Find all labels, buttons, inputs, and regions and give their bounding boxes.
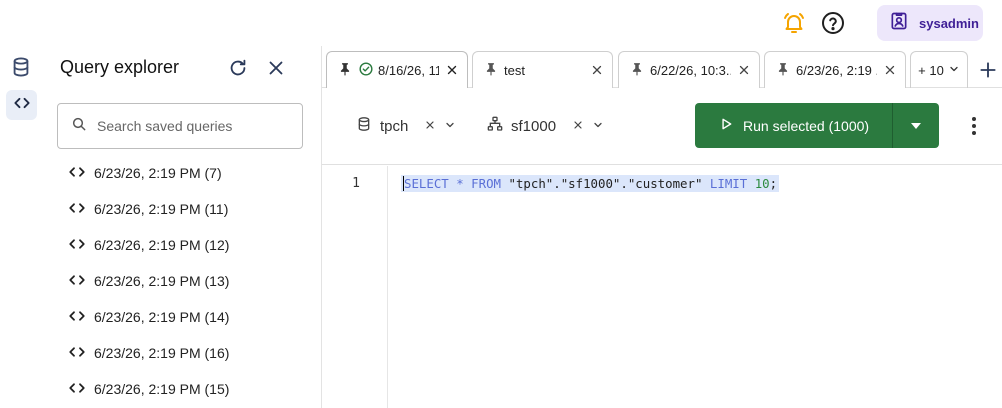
chevron-down-icon: [948, 63, 960, 78]
catalog-value: tpch: [380, 117, 409, 135]
chevron-down-icon[interactable]: [444, 118, 456, 135]
panel-title: Query explorer: [60, 57, 180, 77]
table-identifier: "tpch"."sf1000"."customer": [508, 176, 703, 191]
keyword-limit: LIMIT: [709, 176, 748, 191]
search-input[interactable]: [97, 118, 287, 134]
tab-query-1[interactable]: 8/16/26, 11...: [326, 51, 468, 88]
success-check-icon: [359, 61, 373, 79]
run-label: Run selected (1000): [743, 117, 870, 134]
keyword-from: FROM: [471, 176, 502, 191]
semicolon: ;: [769, 176, 778, 191]
tab-label: 6/23/26, 2:19 ...: [796, 62, 877, 78]
list-item-label: 6/23/26, 2:19 PM (7): [94, 165, 222, 181]
sql-editor[interactable]: 1 SELECT * FROM "tpch"."sf1000"."custome…: [322, 166, 1002, 408]
line-number: 1: [352, 176, 360, 191]
list-item[interactable]: 6/23/26, 2:19 PM (7): [68, 155, 308, 191]
saved-query-list: 6/23/26, 2:19 PM (7) 6/23/26, 2:19 PM (1…: [68, 155, 308, 407]
list-item[interactable]: 6/23/26, 2:19 PM (12): [68, 227, 308, 263]
add-tab-icon[interactable]: [978, 60, 998, 80]
clear-icon[interactable]: [424, 118, 436, 135]
close-tab-icon[interactable]: [445, 63, 459, 77]
close-icon[interactable]: [265, 57, 287, 79]
code-icon: [68, 273, 86, 290]
star-operator: *: [456, 176, 464, 191]
list-item[interactable]: 6/23/26, 2:19 PM (16): [68, 335, 308, 371]
list-item-label: 6/23/26, 2:19 PM (15): [94, 381, 230, 397]
search-icon: [71, 116, 87, 137]
refresh-icon[interactable]: [227, 57, 249, 79]
code-line[interactable]: SELECT * FROM "tpch"."sf1000"."customer"…: [401, 175, 780, 192]
list-item[interactable]: 6/23/26, 2:19 PM (14): [68, 299, 308, 335]
list-item-label: 6/23/26, 2:19 PM (16): [94, 345, 230, 361]
schema-value: sf1000: [511, 117, 557, 135]
close-tab-icon[interactable]: [883, 63, 897, 77]
code-icon: [68, 309, 86, 326]
search-box: [57, 103, 303, 149]
list-item-label: 6/23/26, 2:19 PM (13): [94, 273, 230, 289]
list-item[interactable]: 6/23/26, 2:19 PM (15): [68, 371, 308, 407]
close-tab-icon[interactable]: [737, 63, 751, 77]
run-button-group: Run selected (1000): [695, 103, 939, 148]
schema-selector[interactable]: sf1000: [487, 114, 604, 138]
database-icon[interactable]: [10, 56, 32, 78]
code-icon: [68, 201, 86, 218]
keyword-select: SELECT: [404, 176, 449, 191]
user-menu-button[interactable]: sysadmin: [877, 5, 983, 41]
run-selected-button[interactable]: Run selected (1000): [695, 103, 892, 148]
more-options-icon[interactable]: [968, 114, 980, 138]
tab-label: test: [504, 62, 525, 78]
more-tabs-button[interactable]: + 10: [910, 51, 968, 88]
catalog-selector[interactable]: tpch: [356, 114, 456, 138]
database-icon: [356, 116, 372, 136]
query-explorer-panel: Query explorer 6/23/26, 2:19 PM (7) 6/23…: [44, 46, 322, 408]
list-item[interactable]: 6/23/26, 2:19 PM (11): [68, 191, 308, 227]
pin-icon[interactable]: [631, 62, 643, 79]
limit-number: 10: [754, 176, 770, 191]
code-icon: [12, 93, 32, 118]
pin-icon[interactable]: [485, 62, 497, 79]
query-tabs-bar: 8/16/26, 11... test 6/22/26, 10:3... 6/2…: [322, 46, 1002, 88]
schema-tree-icon: [487, 116, 503, 136]
code-icon: [68, 381, 86, 398]
user-badge-icon: [889, 11, 909, 36]
pin-icon[interactable]: [339, 62, 351, 79]
line-gutter: 1: [322, 166, 388, 408]
help-icon[interactable]: [821, 11, 845, 35]
pin-icon[interactable]: [777, 62, 789, 79]
list-item-label: 6/23/26, 2:19 PM (11): [94, 201, 229, 217]
clear-icon[interactable]: [572, 118, 584, 135]
tab-query-4[interactable]: 6/23/26, 2:19 ...: [764, 51, 906, 88]
code-icon: [68, 165, 86, 182]
username: sysadmin: [919, 15, 979, 31]
editor-toolbar: tpch sf1000 Run selected (1000): [322, 88, 1002, 165]
code-icon: [68, 237, 86, 254]
caret-down-icon: [910, 117, 922, 135]
close-tab-icon[interactable]: [590, 63, 604, 77]
play-icon: [719, 117, 733, 134]
top-bar: sysadmin: [0, 0, 1002, 46]
list-item-label: 6/23/26, 2:19 PM (14): [94, 309, 230, 325]
bell-alert-icon[interactable]: [782, 11, 806, 35]
tab-query-3[interactable]: 6/22/26, 10:3...: [618, 51, 760, 88]
list-item-label: 6/23/26, 2:19 PM (12): [94, 237, 230, 253]
tab-label: 6/22/26, 10:3...: [650, 62, 731, 78]
query-editor-nav[interactable]: [6, 90, 37, 120]
run-options-dropdown[interactable]: [893, 103, 939, 148]
chevron-down-icon[interactable]: [592, 118, 604, 135]
tab-label: 8/16/26, 11...: [378, 62, 439, 78]
list-item[interactable]: 6/23/26, 2:19 PM (13): [68, 263, 308, 299]
more-tabs-count: + 10: [918, 62, 944, 78]
code-icon: [68, 345, 86, 362]
tab-query-2[interactable]: test: [472, 51, 613, 88]
